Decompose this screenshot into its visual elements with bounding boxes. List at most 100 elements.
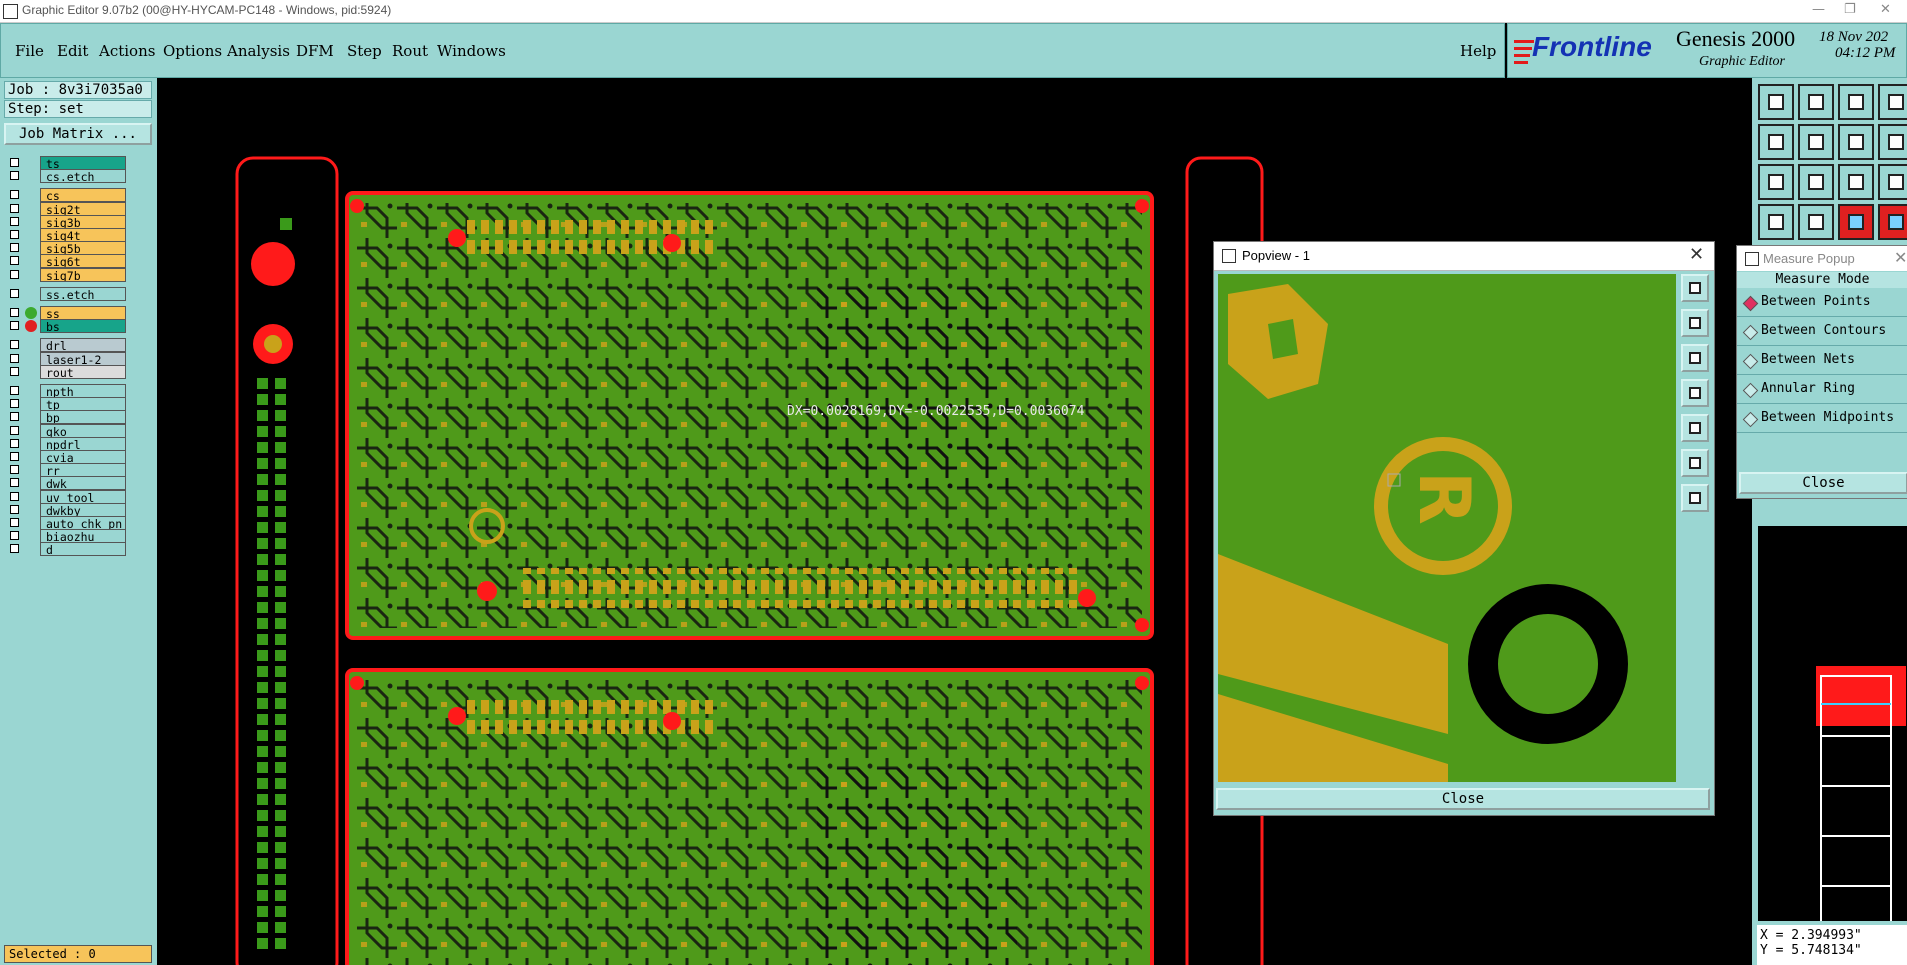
layer-row-auto_chk_pn[interactable]: auto_chk_pn bbox=[4, 516, 128, 530]
layer-row-biaozhu[interactable]: biaozhu bbox=[4, 529, 128, 544]
layer-checkbox[interactable] bbox=[10, 288, 19, 298]
popview-close-button[interactable]: Close bbox=[1216, 788, 1710, 810]
layer-name[interactable]: sig3b bbox=[40, 214, 126, 229]
restore-button[interactable]: ❐ bbox=[1844, 2, 1856, 17]
layer-row-npth[interactable]: npth bbox=[4, 384, 128, 398]
layer-row-sig4t[interactable]: sig4t bbox=[4, 228, 128, 242]
minimize-button[interactable]: — bbox=[1812, 2, 1825, 17]
layer-row-sig7b[interactable]: sig7b bbox=[4, 267, 128, 282]
layer-checkbox[interactable] bbox=[10, 216, 19, 226]
layer-checkbox[interactable] bbox=[10, 465, 19, 475]
layer-name[interactable]: cvia bbox=[40, 450, 126, 464]
layer-checkbox[interactable] bbox=[10, 256, 19, 266]
layer-name[interactable]: uv_tool bbox=[40, 489, 126, 504]
layer-name[interactable]: drl bbox=[40, 338, 126, 353]
layer-name[interactable]: ss bbox=[40, 306, 126, 320]
layer-name[interactable]: npth bbox=[40, 384, 126, 398]
layer-checkbox[interactable] bbox=[10, 353, 19, 363]
layer-name[interactable]: rout bbox=[40, 364, 126, 379]
layer-checkbox[interactable] bbox=[10, 203, 19, 213]
menu-edit[interactable]: Edit bbox=[57, 42, 88, 60]
layer-name[interactable]: cs bbox=[40, 188, 126, 203]
grid-icon[interactable] bbox=[1798, 204, 1834, 240]
bring-to-front-icon[interactable] bbox=[1798, 84, 1834, 120]
layer-name[interactable]: biaozhu bbox=[40, 529, 126, 544]
layer-row-tp[interactable]: tp bbox=[4, 397, 128, 412]
layer-checkbox[interactable] bbox=[10, 504, 19, 514]
menu-analysis[interactable]: Analysis bbox=[227, 42, 290, 60]
net-icon[interactable] bbox=[1838, 204, 1874, 240]
close-window-button[interactable]: ✕ bbox=[1880, 2, 1891, 17]
layer-checkbox[interactable] bbox=[10, 269, 19, 279]
layer-row-sig3b[interactable]: sig3b bbox=[4, 214, 128, 229]
layer-name[interactable]: sig4t bbox=[40, 228, 126, 242]
layer-checkbox[interactable] bbox=[10, 230, 19, 239]
zoom-ratio-icon[interactable] bbox=[1838, 164, 1874, 200]
layer-checkbox[interactable] bbox=[10, 491, 19, 501]
pan-up-icon[interactable] bbox=[1681, 309, 1709, 337]
layer-name[interactable]: ss.etch bbox=[40, 286, 126, 301]
layer-row-uv_tool[interactable]: uv_tool bbox=[4, 489, 128, 504]
layer-row-cs[interactable]: cs bbox=[4, 188, 128, 203]
menu-file[interactable]: File bbox=[15, 42, 44, 60]
layer-row-cvia[interactable]: cvia bbox=[4, 450, 128, 464]
layer-checkbox[interactable] bbox=[10, 308, 19, 317]
question-icon[interactable] bbox=[1878, 164, 1907, 200]
layer-name[interactable]: sig6t bbox=[40, 254, 126, 269]
layer-checkbox[interactable] bbox=[10, 158, 19, 167]
fit-icon[interactable] bbox=[1758, 164, 1794, 200]
layer-row-npdrl[interactable]: npdrl bbox=[4, 436, 128, 451]
layer-name[interactable]: auto_chk_pn bbox=[40, 516, 126, 530]
layer-row-bs[interactable]: bs bbox=[4, 319, 128, 334]
job-matrix-button[interactable]: Job Matrix ... bbox=[4, 123, 152, 145]
layer-name[interactable]: npdrl bbox=[40, 436, 126, 451]
split-icon[interactable] bbox=[1838, 124, 1874, 160]
layer-row-laser1-2[interactable]: laser1-2 bbox=[4, 351, 128, 366]
layer-row-rout[interactable]: rout bbox=[4, 364, 128, 379]
net-alt-icon[interactable] bbox=[1878, 204, 1907, 240]
layer-checkbox[interactable] bbox=[10, 544, 19, 554]
layer-row-drl[interactable]: drl bbox=[4, 338, 128, 353]
text-icon[interactable] bbox=[1878, 124, 1907, 160]
layer-row-dwkby[interactable]: dwkby bbox=[4, 502, 128, 517]
layer-checkbox[interactable] bbox=[10, 340, 19, 350]
measure-option-between-nets[interactable]: Between Nets bbox=[1737, 348, 1907, 375]
layer-checkbox[interactable] bbox=[10, 438, 19, 448]
menu-step[interactable]: Step bbox=[347, 42, 382, 60]
layer-row-ss[interactable]: ss bbox=[4, 306, 128, 320]
layer-name[interactable]: gko bbox=[40, 423, 126, 438]
layer-row-ss.etch[interactable]: ss.etch bbox=[4, 286, 128, 301]
layer-name[interactable]: sig2t bbox=[40, 201, 126, 216]
menu-dfm[interactable]: DFM bbox=[296, 42, 334, 60]
layer-name[interactable]: bp bbox=[40, 410, 126, 425]
layer-name[interactable]: tp bbox=[40, 397, 126, 412]
layer-name[interactable]: ts bbox=[40, 156, 126, 170]
layer-row-d[interactable]: d bbox=[4, 542, 128, 557]
layer-name[interactable]: cs.etch bbox=[40, 169, 126, 184]
menu-rout[interactable]: Rout bbox=[392, 42, 428, 60]
move-right-icon[interactable] bbox=[1798, 124, 1834, 160]
home-icon[interactable] bbox=[1838, 84, 1874, 120]
layer-name[interactable]: laser1-2 bbox=[40, 351, 126, 366]
layer-row-ts[interactable]: ts bbox=[4, 156, 128, 170]
layer-checkbox[interactable] bbox=[10, 425, 19, 435]
layer-checkbox[interactable] bbox=[10, 452, 19, 461]
layer-checkbox[interactable] bbox=[10, 243, 19, 253]
pan-down-icon[interactable] bbox=[1681, 344, 1709, 372]
layer-row-sig2t[interactable]: sig2t bbox=[4, 201, 128, 216]
measure-close-icon[interactable]: ✕ bbox=[1894, 248, 1907, 267]
menu-actions[interactable]: Actions bbox=[99, 42, 155, 60]
layer-name[interactable]: bs bbox=[40, 319, 126, 334]
layer-row-bp[interactable]: bp bbox=[4, 410, 128, 425]
measure-option-between-midpoints[interactable]: Between Midpoints bbox=[1737, 406, 1907, 433]
center-popview-icon[interactable] bbox=[1681, 484, 1709, 512]
layer-row-sig6t[interactable]: sig6t bbox=[4, 254, 128, 269]
measure-option-annular-ring[interactable]: Annular Ring bbox=[1737, 377, 1907, 404]
menu-help[interactable]: Help bbox=[1460, 42, 1496, 60]
overview-map[interactable] bbox=[1757, 525, 1907, 957]
popview-canvas[interactable]: R bbox=[1218, 274, 1676, 782]
layer-name[interactable]: dwkby bbox=[40, 502, 126, 517]
layer-name[interactable]: dwk bbox=[40, 476, 126, 491]
move-left-icon[interactable] bbox=[1758, 124, 1794, 160]
pan-left-icon[interactable] bbox=[1681, 379, 1709, 407]
